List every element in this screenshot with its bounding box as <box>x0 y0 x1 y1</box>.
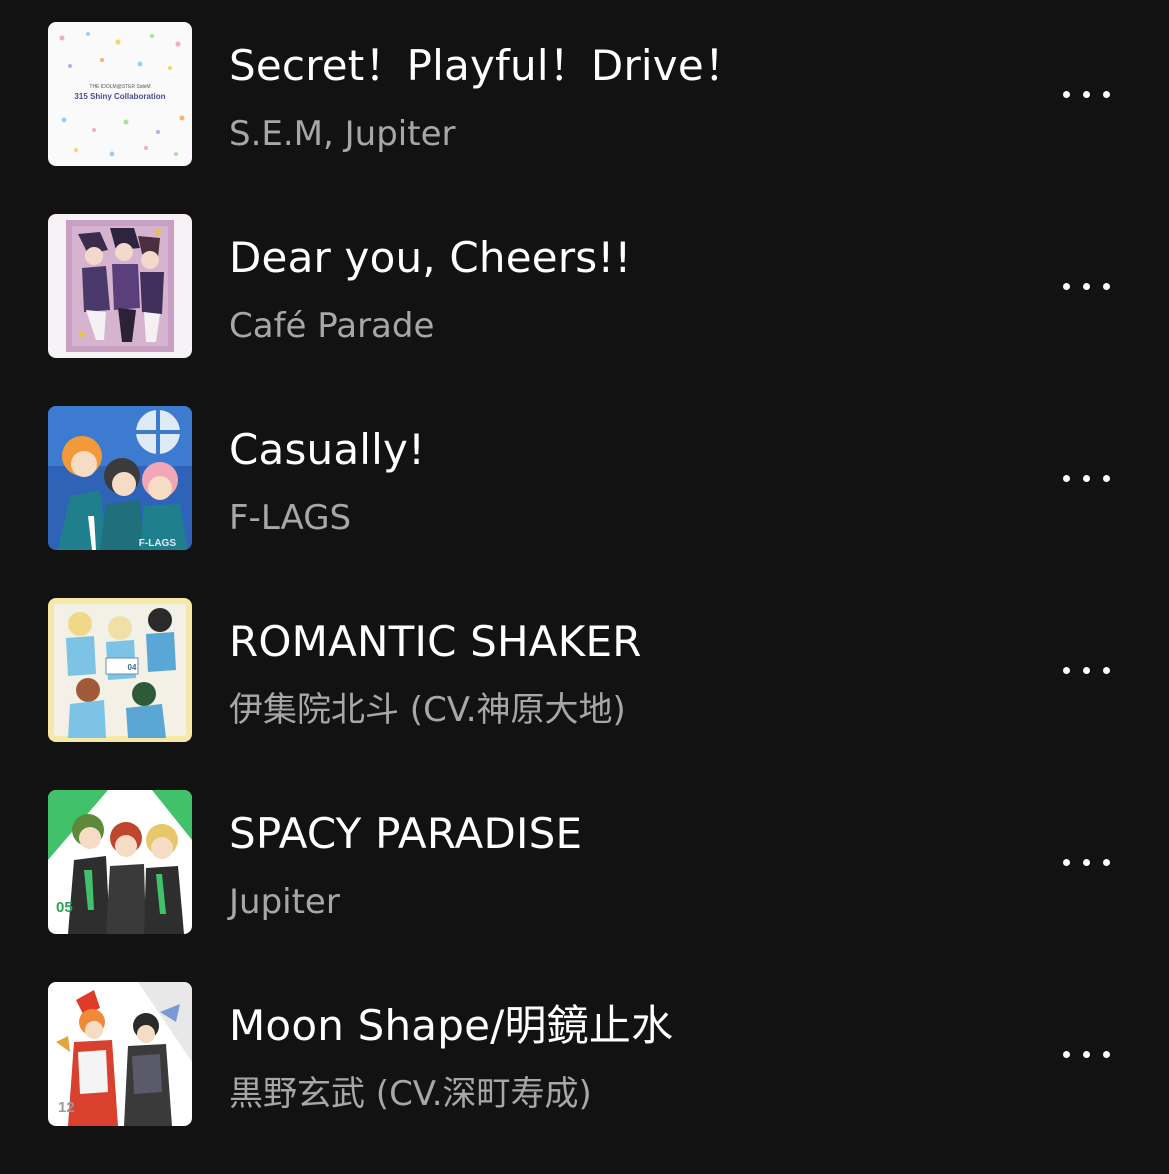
more-horizontal-icon <box>1062 858 1110 866</box>
cover-label: 05 <box>56 899 73 916</box>
cover-label: F-LAGS <box>139 538 177 549</box>
cover-label: 12 <box>58 1099 75 1116</box>
track-title: ROMANTIC SHAKER <box>229 617 642 666</box>
cover-top-text: THE IDOLM@STER SideM <box>89 84 150 90</box>
album-cover-art: THE IDOLM@STER SideM 315 Shiny Collabora… <box>48 22 192 166</box>
album-cover-art: 04 <box>48 598 192 742</box>
album-cover-group-art: 04 <box>48 598 192 742</box>
track-row[interactable]: 04 ROMANTIC SHAKER 伊集院北斗 (CV.神原大地) <box>0 598 1169 790</box>
album-cover-confetti-art: THE IDOLM@STER SideM 315 Shiny Collabora… <box>48 22 192 166</box>
more-horizontal-icon <box>1062 1050 1110 1058</box>
more-horizontal-icon <box>1062 90 1110 98</box>
track-row[interactable]: Dear you, Cheers!! Café Parade <box>0 214 1169 406</box>
album-cover-group-art <box>48 214 192 358</box>
more-options-button[interactable] <box>1050 1034 1122 1074</box>
more-options-button[interactable] <box>1050 458 1122 498</box>
track-title: Secret！Playful！Drive！ <box>229 41 747 90</box>
album-cover-group-art: 12 <box>48 982 192 1126</box>
track-artist: Jupiter <box>229 882 340 922</box>
cover-label: 04 <box>128 663 137 672</box>
track-row[interactable]: THE IDOLM@STER SideM 315 Shiny Collabora… <box>0 22 1169 214</box>
more-options-button[interactable] <box>1050 74 1122 114</box>
track-artist: Café Parade <box>229 306 435 346</box>
more-options-button[interactable] <box>1050 650 1122 690</box>
track-title: Casually! <box>229 425 426 474</box>
more-horizontal-icon <box>1062 474 1110 482</box>
more-options-button[interactable] <box>1050 842 1122 882</box>
track-row[interactable]: 05 SPACY PARADISE Jupiter <box>0 790 1169 982</box>
album-cover-art: 12 <box>48 982 192 1126</box>
track-list: THE IDOLM@STER SideM 315 Shiny Collabora… <box>0 22 1169 1174</box>
more-options-button[interactable] <box>1050 266 1122 306</box>
track-row[interactable]: F-LAGS Casually! F-LAGS <box>0 406 1169 598</box>
track-artist: F-LAGS <box>229 498 352 538</box>
track-row[interactable]: 12 Moon Shape/明鏡止水 黒野玄武 (CV.深町寿成) <box>0 982 1169 1174</box>
track-title: SPACY PARADISE <box>229 809 583 858</box>
track-artist: 黒野玄武 (CV.深町寿成) <box>229 1074 592 1114</box>
more-horizontal-icon <box>1062 666 1110 674</box>
cover-label: 315 Shiny Collaboration <box>74 92 165 101</box>
album-cover-art <box>48 214 192 358</box>
track-title: Dear you, Cheers!! <box>229 233 632 282</box>
track-artist: 伊集院北斗 (CV.神原大地) <box>229 690 626 730</box>
album-cover-art: 05 <box>48 790 192 934</box>
more-horizontal-icon <box>1062 282 1110 290</box>
album-cover-art: F-LAGS <box>48 406 192 550</box>
album-cover-group-art: F-LAGS <box>48 406 192 550</box>
track-title: Moon Shape/明鏡止水 <box>229 1001 674 1050</box>
album-cover-group-art: 05 <box>48 790 192 934</box>
track-artist: S.E.M, Jupiter <box>229 114 456 154</box>
